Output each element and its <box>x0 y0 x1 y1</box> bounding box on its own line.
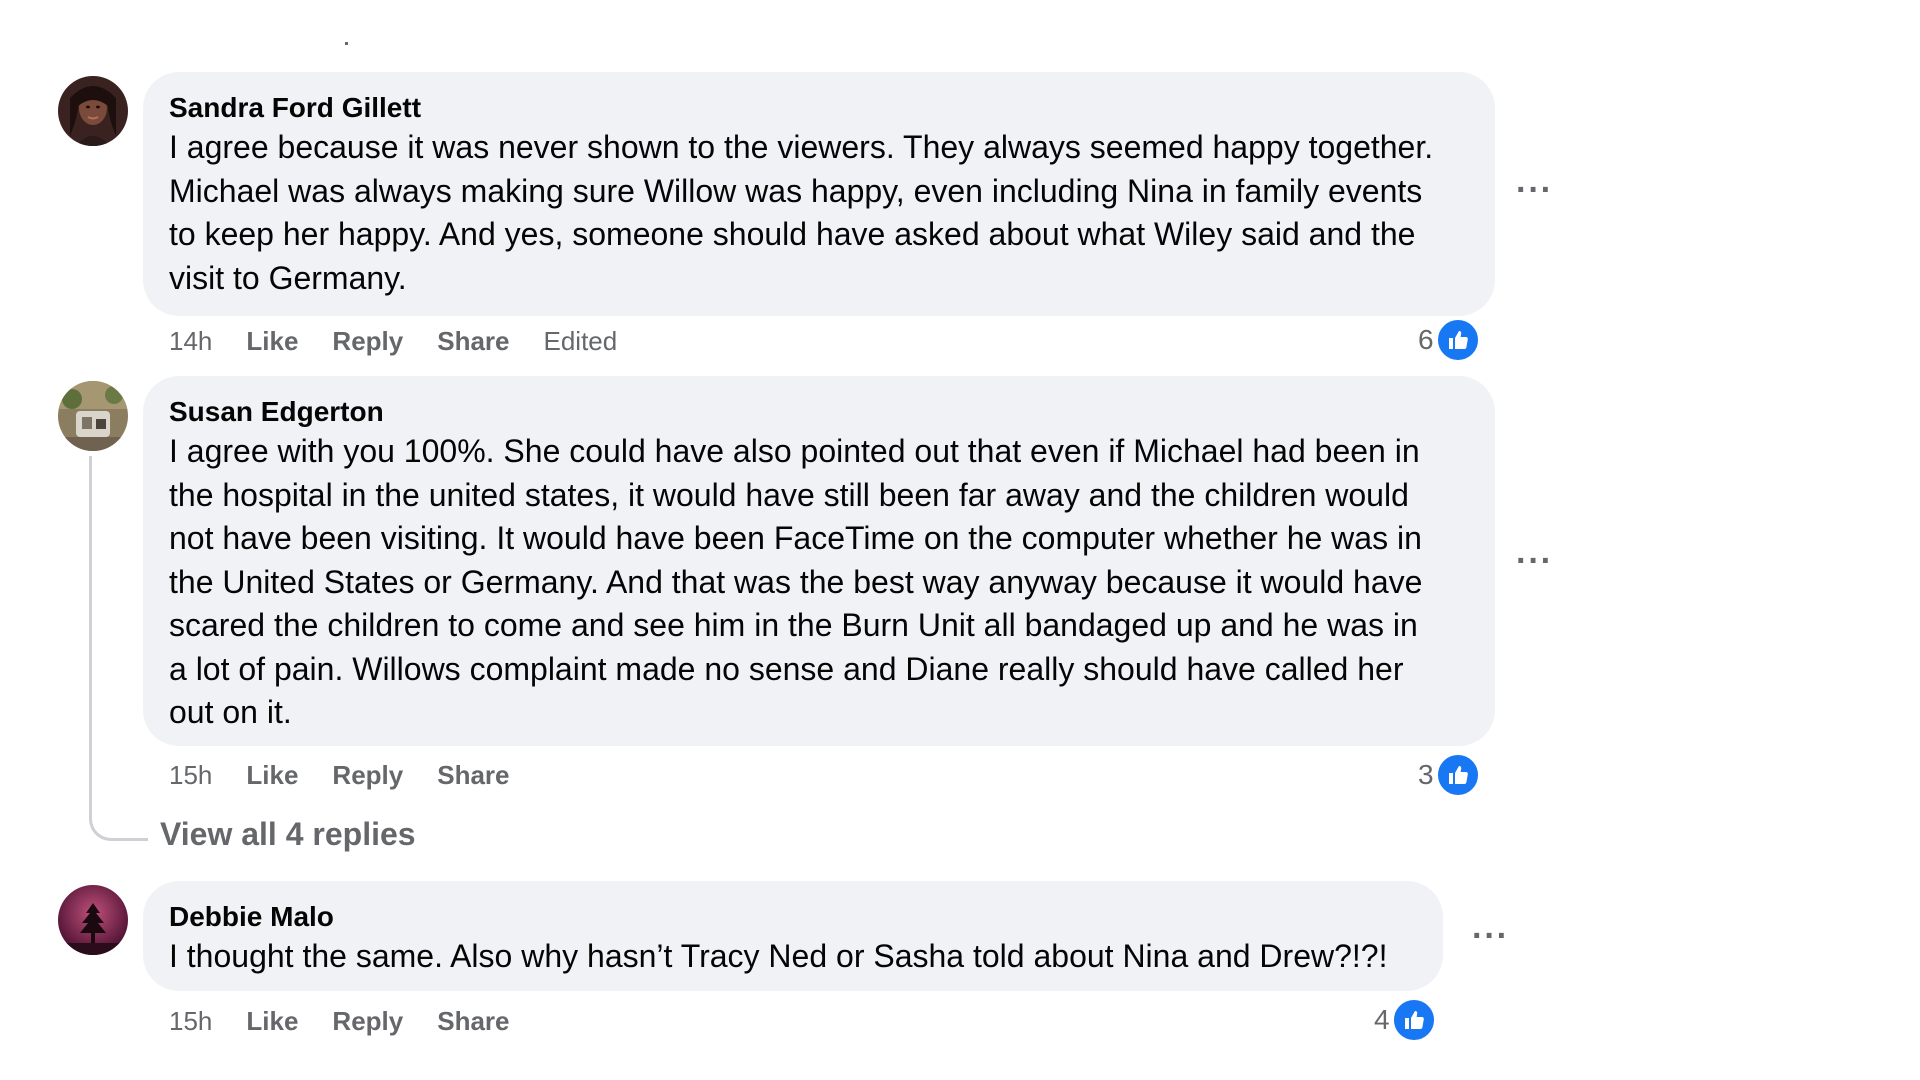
comment-bubble: Susan Edgerton I agree with you 100%. Sh… <box>143 376 1495 746</box>
comments-section: Sandra Ford Gillett I agree because it w… <box>0 0 1920 1080</box>
comment-author[interactable]: Sandra Ford Gillett <box>169 92 1469 124</box>
more-options-icon[interactable]: ··· <box>1516 173 1553 207</box>
share-button[interactable]: Share <box>437 760 509 791</box>
reaction-count: 6 <box>1418 324 1434 355</box>
share-button[interactable]: Share <box>437 1006 509 1037</box>
reply-button[interactable]: Reply <box>332 326 403 357</box>
comment-text-line: not have been visiting. It would have be… <box>169 520 1422 556</box>
comment-text-line: out on it. <box>169 694 292 730</box>
view-replies-link[interactable]: View all 4 replies <box>160 816 416 853</box>
avatar-image <box>58 381 128 451</box>
avatar-image <box>58 885 128 955</box>
more-options-icon[interactable]: ··· <box>1516 544 1553 578</box>
comment-bubble: Debbie Malo I thought the same. Also why… <box>143 881 1443 991</box>
avatar-image <box>58 76 128 146</box>
reaction-count: 4 <box>1374 1004 1390 1035</box>
comment-text-line: I agree because it was never shown to th… <box>169 129 1434 165</box>
avatar-debbie[interactable] <box>58 885 128 955</box>
reply-button[interactable]: Reply <box>332 1006 403 1037</box>
like-button[interactable]: Like <box>246 1006 298 1037</box>
reaction-summary[interactable]: 3 <box>1418 753 1480 797</box>
avatar-sandra[interactable] <box>58 76 128 146</box>
comment-text-line: to keep her happy. And yes, someone shou… <box>169 216 1416 252</box>
comment-text-line: scared the children to come and see him … <box>169 607 1418 643</box>
comment-timestamp[interactable]: 15h <box>169 1006 212 1037</box>
comment-author[interactable]: Susan Edgerton <box>169 396 1469 428</box>
like-button[interactable]: Like <box>246 326 298 357</box>
comment-actions: 15h Like Reply Share <box>169 1006 544 1037</box>
reply-button[interactable]: Reply <box>332 760 403 791</box>
comment-actions: 14h Like Reply Share Edited <box>169 326 651 357</box>
comment-text-line: a lot of pain. Willows complaint made no… <box>169 650 1404 687</box>
comment-timestamp[interactable]: 15h <box>169 760 212 791</box>
thumbs-up-icon <box>1435 753 1480 797</box>
comment-actions: 15h Like Reply Share <box>169 760 544 791</box>
comment-text-line: Michael was always making sure Willow wa… <box>169 172 1423 209</box>
comment-text-line: visit to Germany. <box>169 259 407 296</box>
comment-text-line: the hospital in the united states, it wo… <box>169 476 1409 513</box>
comment-text-line: I agree with you 100%. She could have al… <box>169 433 1420 469</box>
comment-text-line: I thought the same. Also why hasn’t Trac… <box>169 938 1388 974</box>
reaction-count: 3 <box>1418 759 1434 790</box>
edited-label[interactable]: Edited <box>544 326 618 357</box>
comment-text-line: the United States or Germany. And that w… <box>169 563 1423 600</box>
thumbs-up-icon <box>1391 998 1436 1042</box>
avatar-susan[interactable] <box>58 381 128 451</box>
like-button[interactable]: Like <box>246 760 298 791</box>
more-options-icon[interactable]: ··· <box>1472 919 1509 953</box>
reaction-summary[interactable]: 4 <box>1374 998 1436 1042</box>
reply-thread-line <box>89 456 148 841</box>
comment-author[interactable]: Debbie Malo <box>169 901 1417 933</box>
comment-bubble: Sandra Ford Gillett I agree because it w… <box>143 72 1495 316</box>
comment-timestamp[interactable]: 14h <box>169 326 212 357</box>
thumbs-up-icon <box>1435 318 1480 362</box>
reaction-summary[interactable]: 6 <box>1418 318 1480 362</box>
share-button[interactable]: Share <box>437 326 509 357</box>
divider-dot <box>345 42 348 45</box>
